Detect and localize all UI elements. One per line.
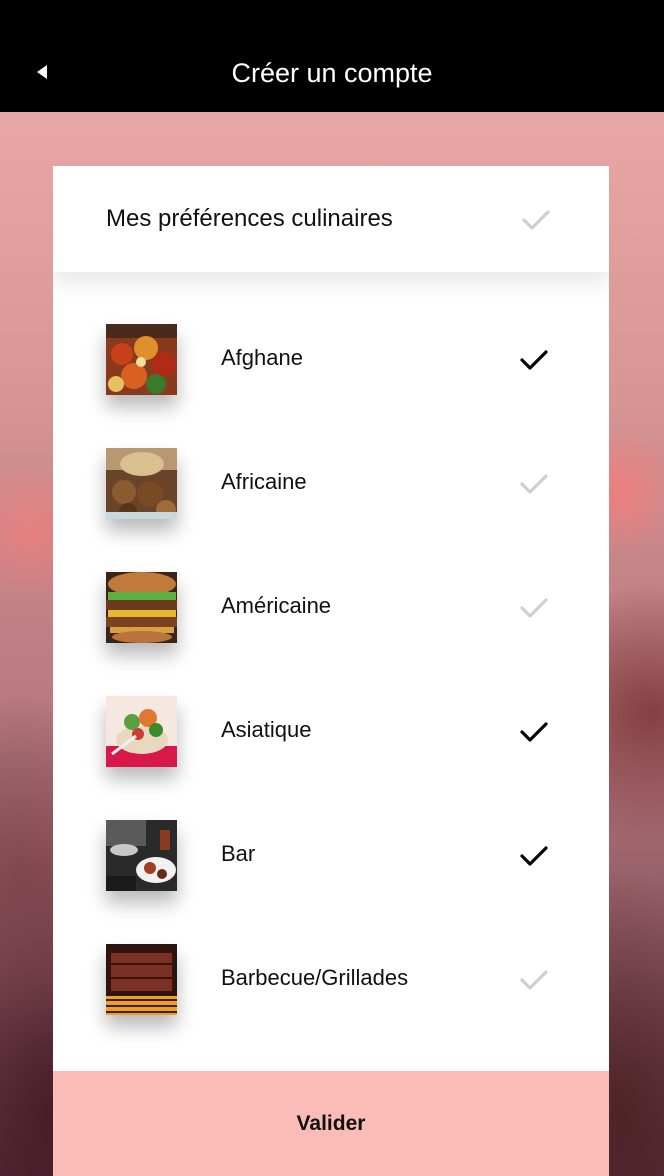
list-item-bar[interactable]: Bar (53, 768, 609, 892)
preferences-header: Mes préférences culinaires (53, 166, 609, 272)
list-item-label: Africaine (221, 469, 307, 494)
bar-food-image (106, 820, 177, 891)
list-item-label: Bar (221, 841, 256, 866)
list-item-africaine[interactable]: Africaine (53, 396, 609, 520)
select-all-check-icon[interactable] (521, 208, 551, 232)
list-item-label: Asiatique (221, 717, 312, 742)
check-icon[interactable] (519, 844, 549, 868)
afghane-food-image (106, 324, 177, 395)
list-item-label: Afghane (221, 345, 303, 370)
list-item-americaine[interactable]: Américaine (53, 520, 609, 644)
check-icon[interactable] (519, 968, 549, 992)
list-item-label: Barbecue/Grillades (221, 965, 409, 990)
list-item-label: Américaine (221, 593, 332, 618)
asiatique-food-image (106, 696, 177, 767)
validate-button[interactable]: Valider (53, 1071, 609, 1176)
app-header: Créer un compte (0, 0, 664, 112)
list-item-barbecue-grillades[interactable]: Barbecue/Grillades (53, 892, 609, 1016)
list-item-afghane[interactable]: Afghane (53, 272, 609, 396)
check-icon[interactable] (519, 348, 549, 372)
americaine-food-image (106, 572, 177, 643)
check-icon[interactable] (519, 596, 549, 620)
validate-button-label: Valider (296, 1111, 366, 1135)
barbecue-food-image (106, 944, 177, 1015)
check-icon[interactable] (519, 720, 549, 744)
check-icon[interactable] (519, 472, 549, 496)
preferences-title: Mes préférences culinaires (106, 205, 393, 232)
page-title: Créer un compte (231, 58, 433, 88)
list-item-asiatique[interactable]: Asiatique (53, 644, 609, 768)
preferences-card: Mes préférences culinaires Afghane Afric… (53, 166, 609, 1176)
africaine-food-image (106, 448, 177, 519)
